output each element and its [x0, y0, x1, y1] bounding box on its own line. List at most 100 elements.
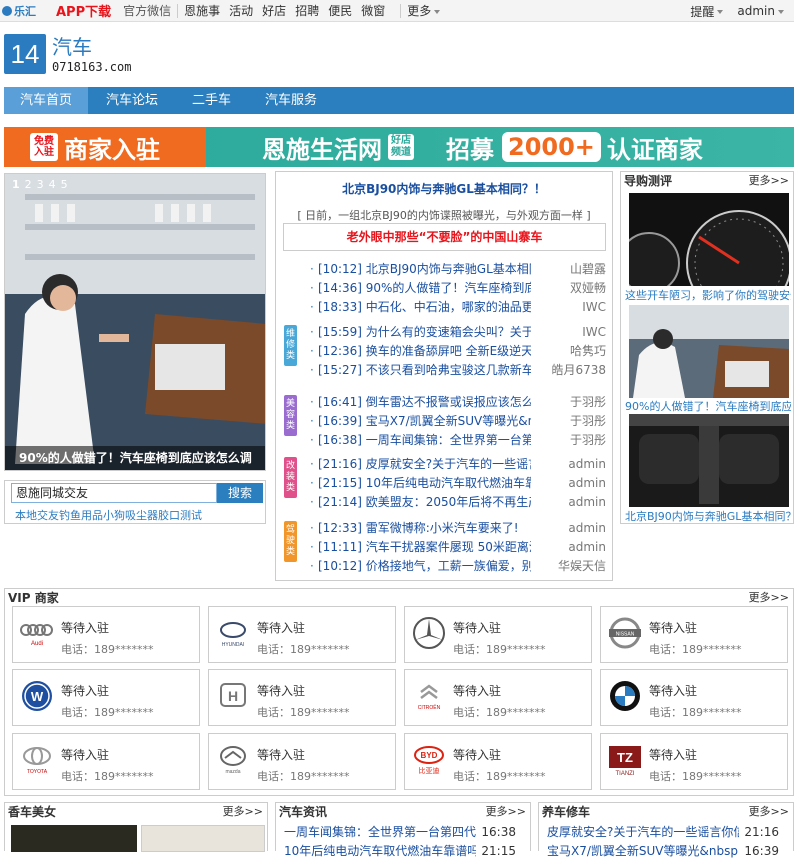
- guide-thumb[interactable]: [629, 193, 789, 286]
- category-label[interactable]: 驾驶类: [284, 521, 297, 562]
- app-download-link[interactable]: APP下载: [56, 1, 111, 20]
- news-row[interactable]: · [11:11] 汽车干扰器案件屡现 50米距离汽车遥 admin: [310, 538, 606, 557]
- news-row[interactable]: · [16:38] 一周车闻集锦：全世界第一台第四代 于羽彤: [310, 431, 606, 450]
- merchant-phone: 电话：189*******: [453, 770, 546, 783]
- nav-car-forum[interactable]: 汽车论坛: [90, 87, 174, 114]
- news-author: IWC: [582, 300, 606, 314]
- guide-caption[interactable]: 北京BJ90内饰与奔驰GL基本相同？！: [625, 508, 791, 524]
- merchant-card[interactable]: CITROËN 等待入驻 电话：189*******: [404, 669, 592, 726]
- guide-caption[interactable]: 90%的人做错了！汽车座椅到底应该怎么调: [625, 398, 791, 414]
- nav-used-car[interactable]: 二手车: [176, 87, 247, 114]
- news-row[interactable]: · [14:36] 90%的人做错了！汽车座椅到底应该怎么调 双娅畅: [310, 279, 606, 298]
- guide-thumb[interactable]: [629, 305, 789, 398]
- news-row[interactable]: · [15:27] 不该只看到哈弗宝骏这几款新车也 皓月6738: [310, 361, 606, 380]
- red-headline[interactable]: 老外眼中那些“不要脸”的中国山寨车: [283, 223, 606, 251]
- merchant-card[interactable]: Audi 等待入驻 电话：189*******: [12, 606, 200, 663]
- bullet-icon: ·: [310, 476, 314, 490]
- news-row[interactable]: · [16:41] 倒车雷达不报警或误报应该怎么办？ 于羽彤: [310, 393, 606, 412]
- photo-slider[interactable]: 12345 90%的人做错了！汽车座椅到底应该怎么调: [4, 173, 266, 471]
- list-item[interactable]: 皮厚就安全?关于汽车的一些谣言你信 21:16: [547, 823, 779, 841]
- list-item[interactable]: 10年后纯电动汽车取代燃油车靠谱吗? 21:15: [284, 842, 516, 860]
- news-row[interactable]: · [18:33] 中石化、中石油，哪家的油品更好？ IWC: [310, 298, 606, 317]
- slider-caption[interactable]: 90%的人做错了！汽车座椅到底应该怎么调: [5, 446, 265, 470]
- news-row[interactable]: · [10:12] 价格接地气，工薪一族偏爱，别克最 华娱天信: [310, 557, 606, 576]
- banner-tag: 好店频道: [388, 134, 414, 160]
- search-button[interactable]: 搜索: [217, 483, 263, 503]
- headline[interactable]: 北京BJ90内饰与奔驰GL基本相同？！: [276, 180, 612, 197]
- seat-lab-image: [629, 305, 789, 398]
- top-nav-item[interactable]: 恩施事: [184, 4, 220, 18]
- item-time: 16:38: [481, 825, 516, 839]
- merchant-card[interactable]: HYUNDAI 等待入驻 电话：189*******: [208, 606, 396, 663]
- category-label[interactable]: 维修类: [284, 325, 297, 366]
- merchant-phone: 电话：189*******: [257, 706, 350, 719]
- merchant-card[interactable]: 等待入驻 电话：189*******: [600, 669, 788, 726]
- top-nav-item[interactable]: 微窗: [361, 4, 385, 18]
- slider-page[interactable]: 5: [60, 178, 69, 191]
- slider-page[interactable]: 3: [36, 178, 45, 191]
- channel-name: 汽车: [52, 35, 92, 59]
- slider-page[interactable]: 4: [48, 178, 57, 191]
- main-nav: 汽车首页 汽车论坛 二手车 汽车服务: [4, 87, 794, 114]
- list-item[interactable]: 宝马X7/凯翼全新SUV等曝光&nbsp; 16:39: [547, 842, 779, 860]
- hyundai-logo-icon: HYUNDAI: [215, 615, 251, 651]
- svg-text:mazda: mazda: [225, 769, 240, 775]
- merchant-card[interactable]: NISSAN 等待入驻 电话：189*******: [600, 606, 788, 663]
- info-more-link[interactable]: 更多>>: [486, 803, 526, 821]
- vip-more-link[interactable]: 更多>>: [749, 589, 789, 607]
- merchant-card[interactable]: W 等待入驻 电话：189*******: [12, 669, 200, 726]
- slider-photo: [5, 174, 265, 470]
- item-title: 10年后纯电动汽车取代燃油车靠谱吗?: [284, 844, 476, 858]
- top-nav-item[interactable]: 便民: [328, 4, 352, 18]
- nav-car-service[interactable]: 汽车服务: [249, 87, 333, 114]
- news-author: admin: [568, 495, 606, 509]
- repair-more-link[interactable]: 更多>>: [749, 803, 789, 821]
- nav-car-home[interactable]: 汽车首页: [4, 87, 89, 114]
- top-nav-item[interactable]: 活动: [229, 4, 253, 18]
- news-title: [14:36] 90%的人做错了！汽车座椅到底应该怎么调: [318, 281, 531, 295]
- channel-brand[interactable]: 14 汽车 0718163.com: [4, 34, 131, 74]
- news-row[interactable]: · [21:14] 欧美盟友：2050年后将不再生产传统 admin: [310, 493, 606, 512]
- headline-summary: [ 日前，一组北京BJ90的内饰谍照被曝光，与外观方面一样 ]: [297, 209, 591, 222]
- user-menu[interactable]: admin: [737, 4, 784, 18]
- merchant-card[interactable]: 等待入驻 电话：189*******: [404, 606, 592, 663]
- merchant-card[interactable]: BYD 比亚迪 等待入驻 电话：189*******: [404, 733, 592, 790]
- guide-header: 导购测评 更多>>: [621, 172, 793, 190]
- news-title: [16:38] 一周车闻集锦：全世界第一台第四代: [318, 433, 531, 447]
- site-logo[interactable]: 乐汇: [2, 1, 50, 21]
- top-nav-item[interactable]: 好店: [262, 4, 286, 18]
- item-title: 皮厚就安全?关于汽车的一些谣言你信: [547, 825, 739, 839]
- category-label[interactable]: 美容类: [284, 395, 297, 436]
- item-title: 一周车闻集锦：全世界第一台第四代: [284, 825, 476, 839]
- merchant-phone: 电话：189*******: [257, 643, 350, 656]
- news-row[interactable]: · [21:15] 10年后纯电动汽车取代燃油车靠谱吗? admin: [310, 474, 606, 493]
- slider-page[interactable]: 1: [11, 178, 21, 191]
- merchant-card[interactable]: TZ TIANZI 等待入驻 电话：189*******: [600, 733, 788, 790]
- search-input[interactable]: 恩施同城交友: [11, 483, 217, 503]
- more-menu[interactable]: 更多: [407, 2, 441, 19]
- guide-more-link[interactable]: 更多>>: [749, 172, 789, 190]
- top-nav-item[interactable]: 招聘: [295, 4, 319, 18]
- guide-thumb[interactable]: [629, 414, 789, 507]
- news-row[interactable]: · [15:59] 为什么有的变速箱会尖叫？关于手动变速 IWC: [310, 323, 606, 342]
- guide-caption[interactable]: 这些开车陋习，影响了你的驾驶安全: [625, 287, 791, 303]
- category-label[interactable]: 改装类: [284, 457, 297, 498]
- merchant-card[interactable]: H 等待入驻 电话：189*******: [208, 669, 396, 726]
- list-item[interactable]: 一周车闻集锦：全世界第一台第四代 16:38: [284, 823, 516, 841]
- beauty-photo[interactable]: [11, 825, 137, 852]
- news-row[interactable]: · [16:39] 宝马X7/凯翼全新SUV等曝光&nbsp;爱 于羽彤: [310, 412, 606, 431]
- top-nav: 恩施事 活动 好店 招聘 便民 微窗: [184, 2, 394, 19]
- news-row[interactable]: · [12:36] 换车的准备舔屏吧 全新E级逆天配置曝 哈隽巧: [310, 342, 606, 361]
- hot-keywords[interactable]: 本地交友钓鱼用品小狗吸尘器胶口测试: [15, 507, 202, 523]
- news-row[interactable]: · [21:16] 皮厚就安全?关于汽车的一些谣言你信 admin: [310, 455, 606, 474]
- merchant-card[interactable]: mazda 等待入驻 电话：189*******: [208, 733, 396, 790]
- beauty-more-link[interactable]: 更多>>: [223, 803, 263, 821]
- news-row[interactable]: · [12:33] 雷军微博称:小米汽车要来了! admin: [310, 519, 606, 538]
- recruit-banner[interactable]: 免费入驻 商家入驻 恩施生活网 好店频道 招募 2000+ 认证商家: [4, 127, 794, 167]
- remind-menu[interactable]: 提醒: [690, 3, 724, 20]
- beauty-photo[interactable]: [141, 825, 265, 852]
- wechat-link[interactable]: 官方微信: [123, 2, 171, 19]
- merchant-card[interactable]: TOYOTA 等待入驻 电话：189*******: [12, 733, 200, 790]
- slider-page[interactable]: 2: [24, 178, 33, 191]
- news-row[interactable]: · [10:12] 北京BJ90内饰与奔驰GL基本相同？！ 山碧露: [310, 260, 606, 279]
